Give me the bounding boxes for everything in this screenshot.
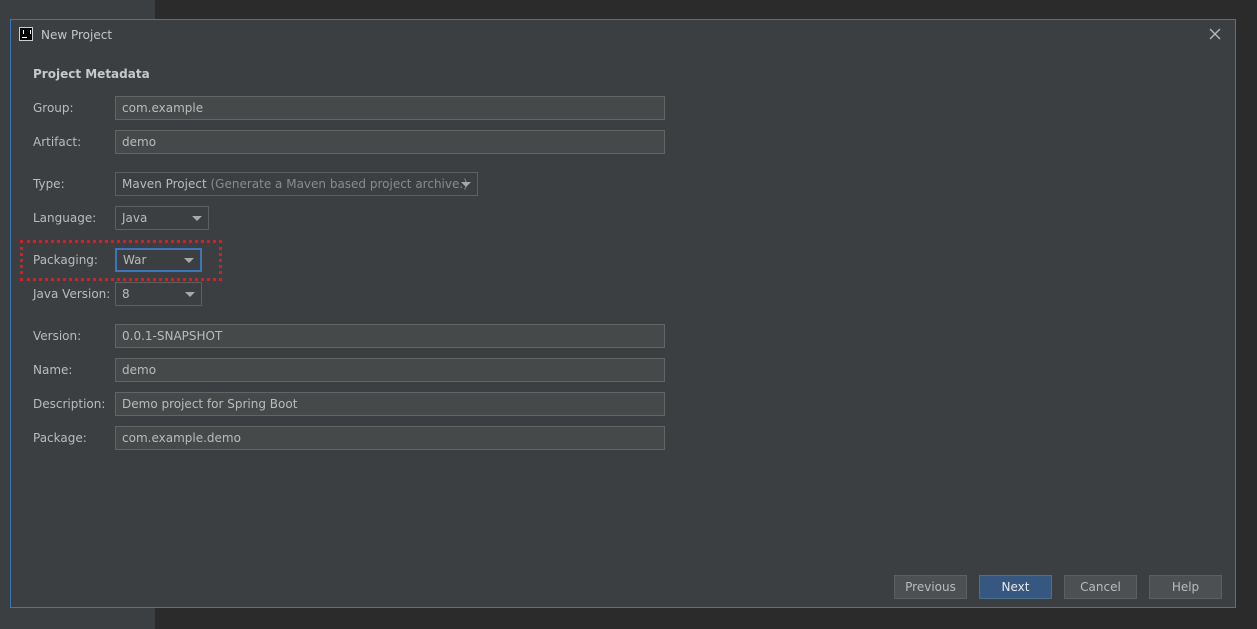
help-button[interactable]: Help bbox=[1149, 575, 1222, 599]
name-field[interactable] bbox=[115, 358, 665, 382]
language-dropdown[interactable]: Java bbox=[115, 206, 209, 230]
chevron-down-icon bbox=[185, 292, 195, 297]
name-label: Name: bbox=[33, 363, 73, 377]
type-label: Type: bbox=[33, 177, 65, 191]
group-label: Group: bbox=[33, 101, 74, 115]
java-version-label: Java Version: bbox=[33, 287, 111, 301]
version-label: Version: bbox=[33, 329, 82, 343]
language-dropdown-value: Java bbox=[122, 211, 148, 225]
dialog-titlebar: New Project bbox=[11, 20, 1235, 50]
type-dropdown[interactable]: Maven Project (Generate a Maven based pr… bbox=[115, 172, 478, 196]
chevron-down-icon bbox=[461, 182, 471, 187]
packaging-highlight-annotation bbox=[20, 240, 222, 281]
new-project-dialog: New Project Project Metadata Group: Arti… bbox=[10, 19, 1236, 608]
dialog-title: New Project bbox=[41, 28, 113, 42]
language-label: Language: bbox=[33, 211, 97, 225]
package-field[interactable] bbox=[115, 426, 665, 450]
description-label: Description: bbox=[33, 397, 106, 411]
intellij-app-icon bbox=[19, 27, 33, 41]
type-dropdown-hint: (Generate a Maven based project archive.… bbox=[210, 177, 468, 191]
version-field[interactable] bbox=[115, 324, 665, 348]
next-button[interactable]: Next bbox=[979, 575, 1052, 599]
cancel-button[interactable]: Cancel bbox=[1064, 575, 1137, 599]
description-field[interactable] bbox=[115, 392, 665, 416]
section-title: Project Metadata bbox=[33, 67, 150, 81]
close-icon bbox=[1209, 28, 1221, 40]
type-dropdown-value: Maven Project bbox=[122, 177, 207, 191]
chevron-down-icon bbox=[192, 216, 202, 221]
java-version-dropdown[interactable]: 8 bbox=[115, 282, 202, 306]
close-button[interactable] bbox=[1207, 26, 1223, 42]
java-version-dropdown-value: 8 bbox=[122, 287, 130, 301]
group-field[interactable] bbox=[115, 96, 665, 120]
artifact-field[interactable] bbox=[115, 130, 665, 154]
artifact-label: Artifact: bbox=[33, 135, 82, 149]
package-label: Package: bbox=[33, 431, 87, 445]
previous-button[interactable]: Previous bbox=[894, 575, 967, 599]
